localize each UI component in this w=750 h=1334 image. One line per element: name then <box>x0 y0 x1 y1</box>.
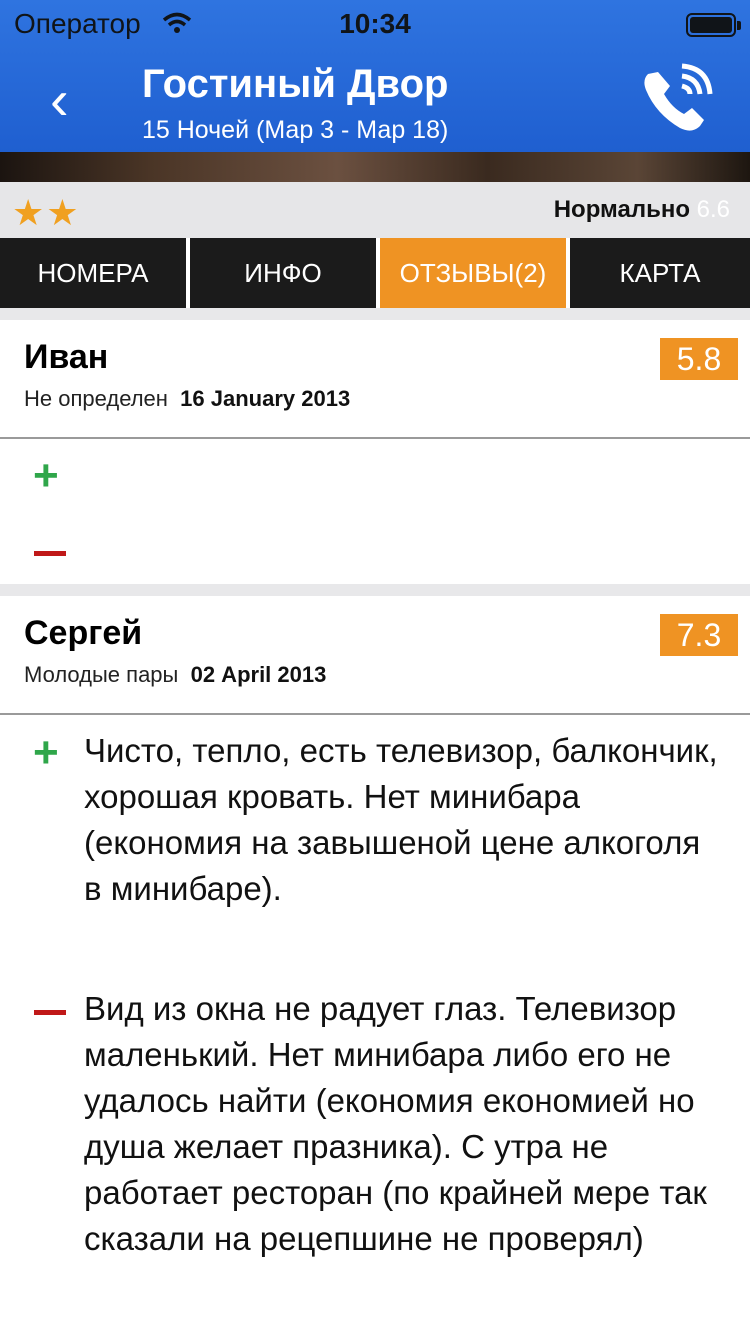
review-meta: Не определен 16 January 2013 <box>24 386 350 412</box>
review-meta: Молодые пары 02 April 2013 <box>24 662 326 688</box>
page-subtitle: 15 Ночей (Мар 3 - Мар 18) <box>142 116 449 144</box>
hotel-photo <box>0 152 750 182</box>
review-header: Сергей Молодые пары 02 April 2013 7.3 <box>0 596 750 714</box>
status-bar: Оператор 10:34 <box>0 0 750 50</box>
star-rating: ★★ <box>12 192 81 233</box>
page-title: Гостиный Двор <box>142 62 449 106</box>
review-date: 16 January 2013 <box>180 386 351 411</box>
minus-icon <box>34 551 66 556</box>
rating-score: 6.6 <box>696 196 730 223</box>
review-cons: Вид из окна не радует глаз. Телевизор ма… <box>84 990 707 1257</box>
review-header: Иван Не определен 16 January 2013 5.8 <box>0 320 750 438</box>
rating-label: Нормально <box>553 196 690 223</box>
review-date: 02 April 2013 <box>190 662 327 687</box>
review-pros: Чисто, тепло, есть телевизор, балкончик,… <box>84 732 718 907</box>
traveler-type: Молодые пары <box>24 662 179 687</box>
reviewer-name: Иван <box>24 338 109 376</box>
plus-icon: + <box>33 451 59 500</box>
nav-header: Оператор 10:34 ‹ Гостиный Двор 15 Ночей … <box>0 0 750 152</box>
divider <box>0 713 750 715</box>
tab-map[interactable]: КАРТА <box>570 238 750 308</box>
tab-rooms[interactable]: НОМЕРА <box>0 238 186 308</box>
review-score: 5.8 <box>660 338 738 380</box>
rating-bar: ★★ Нормально 6.6 <box>0 182 750 238</box>
divider <box>0 584 750 596</box>
plus-icon: + <box>33 728 59 777</box>
tab-info[interactable]: ИНФО <box>190 238 376 308</box>
minus-icon <box>34 1010 66 1015</box>
clock: 10:34 <box>339 8 411 39</box>
traveler-type: Не определен <box>24 386 168 411</box>
divider <box>0 308 750 320</box>
reviewer-name: Сергей <box>24 614 143 652</box>
divider <box>0 437 750 439</box>
review-score: 7.3 <box>660 614 738 656</box>
tab-reviews[interactable]: ОТЗЫВЫ(2) <box>380 238 566 308</box>
tab-bar: НОМЕРА ИНФО ОТЗЫВЫ(2) КАРТА <box>0 238 750 308</box>
battery-icon <box>686 13 741 37</box>
back-button[interactable]: ‹ <box>50 72 69 128</box>
phone-icon[interactable] <box>638 62 716 136</box>
